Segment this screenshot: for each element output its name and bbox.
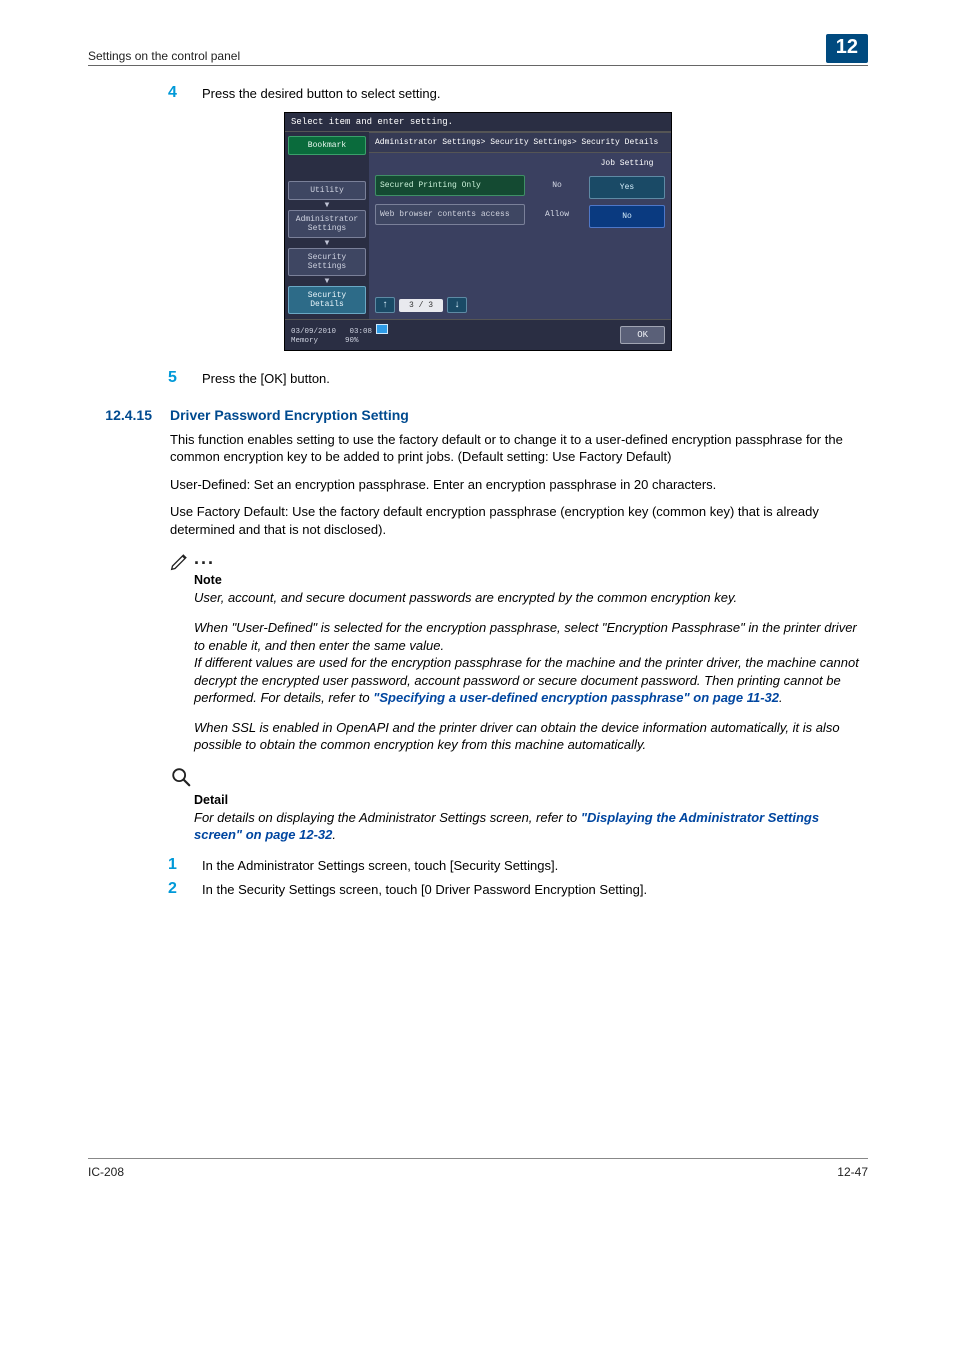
- security-details-button[interactable]: Security Details: [288, 286, 366, 314]
- security-settings-button[interactable]: Security Settings: [288, 248, 366, 276]
- chevron-down-icon: ▾: [288, 239, 366, 247]
- page-indicator: 3 / 3: [399, 299, 443, 312]
- step-text-2: In the Security Settings screen, touch […: [202, 880, 647, 898]
- chapter-badge: 12: [826, 34, 868, 63]
- footer-date: 03/09/2010: [291, 328, 336, 336]
- footer-right: 12-47: [837, 1165, 868, 1179]
- admin-settings-button[interactable]: Administrator Settings: [288, 210, 366, 238]
- memory-label: Memory: [291, 337, 318, 345]
- step-number-2: 2: [168, 880, 202, 898]
- memory-percent: 90%: [345, 337, 359, 345]
- web-browser-access-value: Allow: [531, 210, 583, 219]
- note-body-3: When SSL is enabled in OpenAPI and the p…: [194, 719, 868, 754]
- step-text-1: In the Administrator Settings screen, to…: [202, 856, 558, 874]
- section-number: 12.4.15: [88, 407, 152, 423]
- ok-button[interactable]: OK: [620, 326, 665, 344]
- status-icon: [376, 324, 388, 334]
- detail-heading: Detail: [194, 793, 868, 807]
- note-icon: ...: [170, 550, 868, 571]
- panel-instruction: Select item and enter setting.: [285, 113, 671, 132]
- running-header: Settings on the control panel: [88, 49, 240, 63]
- link-user-defined-passphrase[interactable]: "Specifying a user-defined encryption pa…: [373, 690, 779, 705]
- web-browser-access-button[interactable]: Web browser contents access: [375, 204, 525, 225]
- section-paragraph-3: Use Factory Default: Use the factory def…: [170, 503, 868, 538]
- control-panel-screenshot: Select item and enter setting. Bookmark …: [284, 112, 672, 351]
- step-number-1: 1: [168, 856, 202, 874]
- note-heading: Note: [194, 573, 868, 587]
- yes-button[interactable]: Yes: [589, 176, 665, 199]
- note-body-2a: When "User-Defined" is selected for the …: [194, 619, 868, 654]
- detail-icon: [170, 766, 868, 791]
- page-up-button[interactable]: ↑: [375, 297, 395, 313]
- job-setting-header: Job Setting: [589, 159, 665, 170]
- page-down-button[interactable]: ↓: [447, 297, 467, 313]
- note-body-1: User, account, and secure document passw…: [194, 589, 868, 607]
- chevron-down-icon: ▾: [288, 201, 366, 209]
- no-button[interactable]: No: [589, 205, 665, 228]
- bookmark-button[interactable]: Bookmark: [288, 136, 366, 155]
- step-number-4: 4: [168, 84, 202, 102]
- footer-time: 03:08: [350, 328, 373, 336]
- secured-printing-only-value: No: [531, 181, 583, 190]
- detail-body: For details on displaying the Administra…: [194, 809, 868, 844]
- secured-printing-only-button[interactable]: Secured Printing Only: [375, 175, 525, 196]
- step-text-5: Press the [OK] button.: [202, 369, 330, 387]
- step-number-5: 5: [168, 369, 202, 387]
- footer-left: IC-208: [88, 1165, 124, 1179]
- note-body-2b: If different values are used for the enc…: [194, 654, 868, 707]
- section-title: Driver Password Encryption Setting: [170, 407, 409, 423]
- section-paragraph-2: User-Defined: Set an encryption passphra…: [170, 476, 868, 494]
- section-paragraph-1: This function enables setting to use the…: [170, 431, 868, 466]
- breadcrumb: Administrator Settings> Security Setting…: [369, 132, 671, 153]
- step-text-4: Press the desired button to select setti…: [202, 84, 440, 102]
- chevron-down-icon: ▾: [288, 277, 366, 285]
